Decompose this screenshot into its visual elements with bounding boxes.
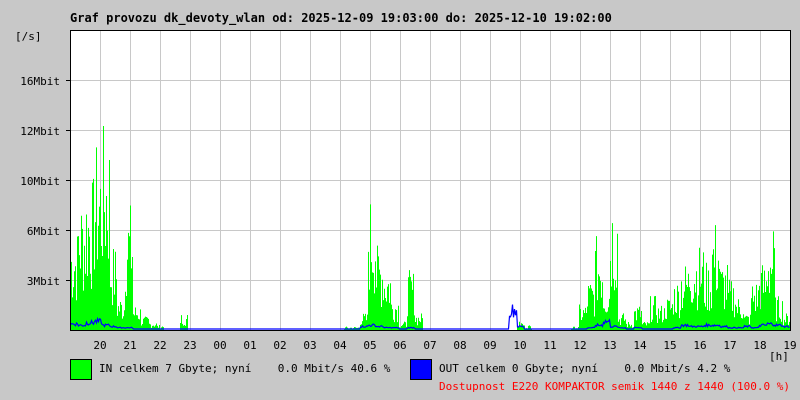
x-tick-label: 14: [633, 339, 647, 352]
x-tick-label: 17: [723, 339, 737, 352]
x-tick-label: 06: [393, 339, 407, 352]
x-tick-label: 11: [543, 339, 557, 352]
x-tick-label: 05: [363, 339, 377, 352]
x-tick-label: 08: [453, 339, 467, 352]
x-tick-label: 21: [123, 339, 137, 352]
x-tick-label: 07: [423, 339, 437, 352]
x-tick-label: 00: [213, 339, 227, 352]
out-legend-swatch: [410, 359, 432, 380]
x-tick-label: 01: [243, 339, 257, 352]
x-tick-label: 16: [693, 339, 707, 352]
x-tick-label: 04: [333, 339, 347, 352]
x-tick-label: 09: [483, 339, 497, 352]
availability-text: Dostupnost E220 KOMPAKTOR semik 1440 z 1…: [439, 380, 790, 393]
traffic-graph: Graf provozu dk_devoty_wlan od: 2025-12-…: [0, 0, 800, 400]
x-tick-label: 23: [183, 339, 197, 352]
out-legend-text: OUT celkem 0 Gbyte; nyní 0.0 Mbit/s 4.2 …: [439, 362, 731, 375]
x-axis-unit: [h]: [769, 350, 789, 363]
x-tick-label: 13: [603, 339, 617, 352]
x-tick-label: 20: [93, 339, 107, 352]
x-tick-label: 02: [273, 339, 287, 352]
x-tick-label: 10: [513, 339, 527, 352]
in-legend-text: IN celkem 7 Gbyte; nyní 0.0 Mbit/s 40.6 …: [99, 362, 391, 375]
x-tick-label: 12: [573, 339, 587, 352]
x-tick-label: 22: [153, 339, 167, 352]
in-legend-swatch: [70, 359, 92, 380]
x-tick-label: 03: [303, 339, 317, 352]
x-tick-label: 15: [663, 339, 677, 352]
